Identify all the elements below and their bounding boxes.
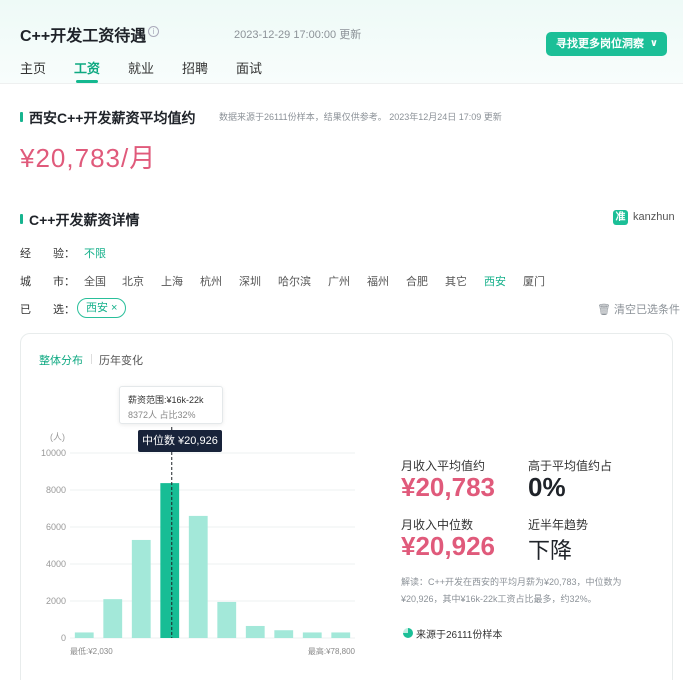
avg-salary-value: ¥20,783/月 [20,143,157,173]
city-option-selected[interactable]: 西安 [484,273,506,289]
experience-label: 经 验： [20,248,75,260]
tooltip-range: 薪资范围:¥16k-22k [128,395,204,405]
median-marker-label: 中位数 ¥20,926 [138,430,222,452]
bar-highlighted [160,483,180,638]
y-tick-label: 4000 [46,559,66,569]
tab-employment[interactable]: 就业 [128,58,154,77]
city-option[interactable]: 哈尔滨 [278,273,311,289]
more-insights-button[interactable]: 寻找更多岗位洞察 ∨ [546,32,667,56]
city-label: 城 市： [20,276,75,288]
trend-value: 下降 [528,538,573,563]
avg-section-note: 数据来源于26111份样本，结果仅供参考。 2023年12月24日 17:09 … [219,112,502,122]
bar [103,599,123,638]
city-option[interactable]: 其它 [445,273,467,289]
bar [274,630,294,638]
trend-label: 近半年趋势 [528,518,589,532]
tab-recruitment[interactable]: 招聘 [182,58,208,77]
tab-home[interactable]: 主页 [20,58,46,77]
experience-option-any[interactable]: 不限 [84,245,106,261]
bar [74,632,94,638]
brand-name: kanzhun [633,211,675,223]
update-time: 2023-12-29 17:00:00 更新 [234,29,362,41]
tab-salary[interactable]: 工资 [74,58,100,77]
chevron-down-icon: ∨ [649,38,658,49]
info-icon[interactable]: i [148,26,159,37]
city-option[interactable]: 全国 [84,273,106,289]
x-max-label: 最高:¥78,800 [308,646,356,656]
city-option[interactable]: 福州 [367,273,389,289]
chart-tooltip: 薪资范围:¥16k-22k 8372人 占比32% [119,386,223,424]
city-option[interactable]: 合肥 [406,273,428,289]
y-tick-label: 0 [61,633,66,643]
city-option[interactable]: 广州 [328,273,350,289]
tab-yearly-change[interactable]: 历年变化 [99,352,143,368]
salary-distribution-chart: (人) 0 2000 4000 6000 8000 10000 最低:¥2,030 最高:¥78… [41,427,356,656]
y-tick-label: 6000 [46,522,66,532]
avg-income-value: ¥20,783 [401,472,495,502]
selected-label: 已 选： [20,304,75,316]
x-min-label: 最低:¥2,030 [70,646,113,656]
bar [245,625,265,638]
y-tick-label: 10000 [41,448,66,458]
tab-divider [91,354,92,364]
tab-interview[interactable]: 面试 [236,58,262,77]
y-tick-label: 2000 [46,596,66,606]
bar [302,632,322,638]
above-avg-value: 0% [528,472,566,502]
tab-overall-distribution[interactable]: 整体分布 [39,352,83,368]
y-axis-unit: (人) [50,432,65,442]
active-tab-indicator [76,80,98,83]
bar [188,515,208,638]
page-title: C++开发工资待遇 [20,28,147,45]
more-insights-label: 寻找更多岗位洞察 [556,38,644,50]
city-option[interactable]: 北京 [122,273,144,289]
selected-city-chip[interactable]: 西安 × [77,298,127,318]
city-option[interactable]: 杭州 [200,273,222,289]
city-option[interactable]: 厦门 [523,273,545,289]
sample-source: 来源于26111份样本 [416,630,503,641]
section-marker [20,112,23,122]
avg-section-title: 西安C++开发薪资平均值约 [29,110,196,126]
section-marker [20,214,23,224]
interpretation-note: 解读：C++开发在西安的平均月薪为¥20,783，中位数为¥20,926，其中¥… [401,577,622,604]
bar [331,632,351,638]
y-tick-label: 8000 [46,485,66,495]
city-option[interactable]: 深圳 [239,273,261,289]
pie-chart-icon [403,628,413,638]
bar [131,539,151,638]
bar [217,601,237,638]
tooltip-count: 8372人 占比32% [128,410,196,420]
detail-section-title: C++开发薪资详情 [29,212,140,228]
kanzhun-logo-icon: 准 [613,210,628,225]
city-option[interactable]: 上海 [161,273,183,289]
page-header: C++开发工资待遇 i 2023-12-29 17:00:00 更新 寻找更多岗… [0,0,683,84]
clear-filters-button[interactable]: 🗑 清空已选条件 [597,301,680,317]
median-income-value: ¥20,926 [401,531,495,561]
